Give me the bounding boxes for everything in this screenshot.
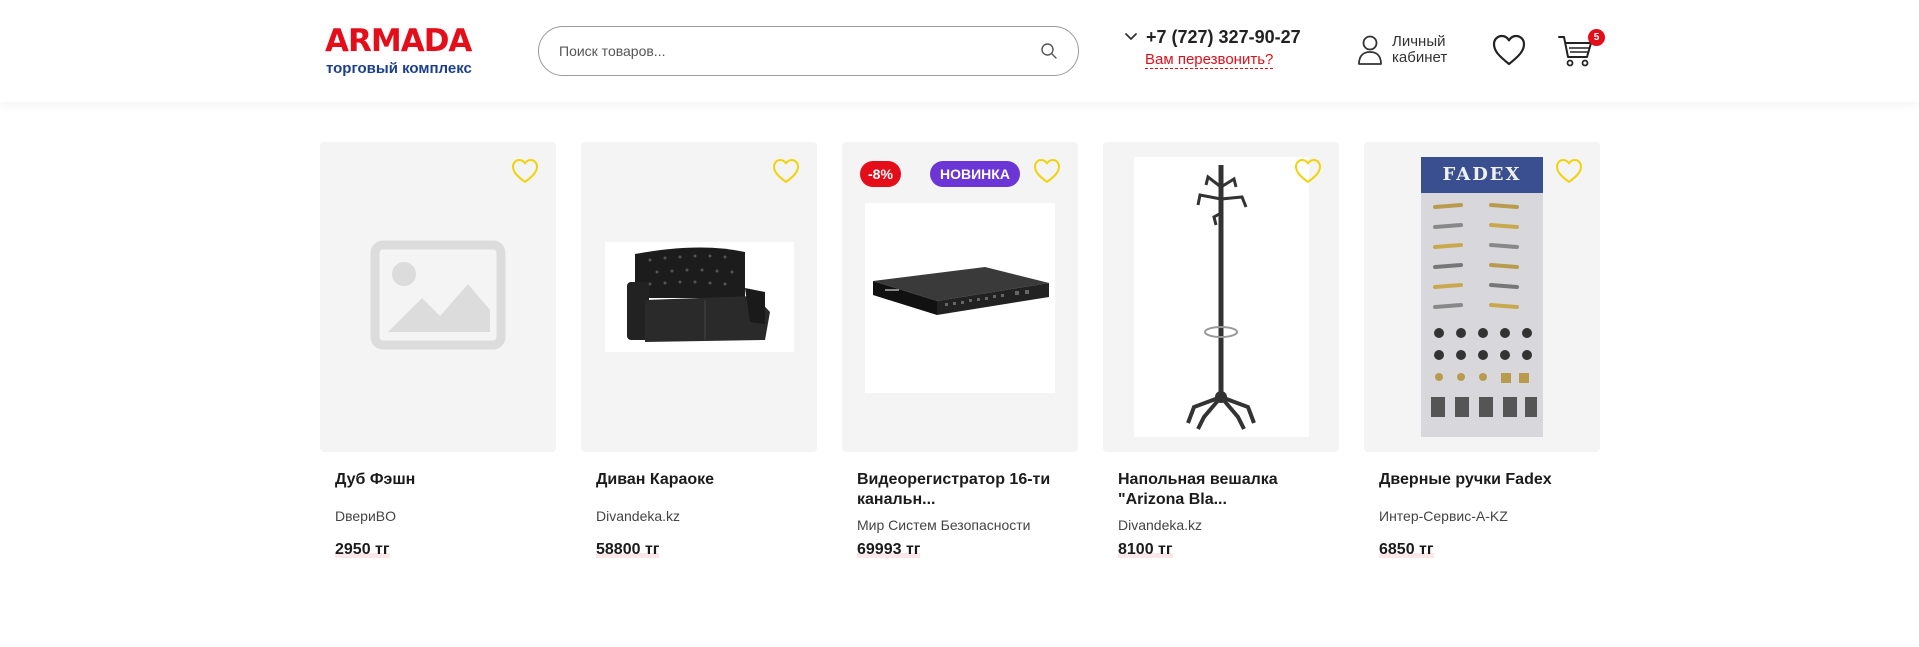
product-seller[interactable]: Divandeka.kz [596,508,680,524]
search-icon[interactable] [1040,42,1058,60]
product-image[interactable] [1103,142,1339,452]
product-image[interactable] [581,142,817,452]
account-button[interactable]: Личный кабинет [1357,32,1467,72]
dvr-image [873,267,1049,315]
logo-tagline: торговый комплекс [326,60,472,77]
product-card[interactable]: Диван Караоке Divandeka.kz 58800 тг [581,142,817,572]
product-name[interactable]: Дуб Фэшн [335,470,550,490]
favorite-heart-icon[interactable] [511,158,539,184]
search-input[interactable] [559,27,1029,75]
product-image[interactable] [842,142,1078,452]
user-icon [1358,35,1382,65]
product-photo-sofa [605,242,794,352]
product-price: 69993 тг [857,541,921,558]
product-price: 2950 тг [335,541,390,558]
product-name[interactable]: Видеорегистратор 16-ти канальн... [857,470,1072,510]
search-bar [538,26,1079,76]
discount-badge: -8% [860,161,901,187]
favorite-heart-icon[interactable] [1033,158,1061,184]
product-grid: Дуб Фэшн DвериBO 2950 тг Диван Караоке D… [320,142,1600,572]
product-card[interactable]: -8% НОВИНКА Видеорегистратор 16-ти канал… [842,142,1078,572]
product-card[interactable]: FADEX Дверные ручки Fadex Интер-Сервис-А… [1364,142,1600,572]
product-seller[interactable]: Мир Систем Безопасности [857,517,1030,533]
favorite-heart-icon[interactable] [1555,158,1583,184]
account-label: Личный кабинет [1392,33,1448,66]
product-seller[interactable]: DвериBO [335,508,396,524]
new-badge: НОВИНКА [930,161,1020,187]
product-image[interactable] [320,142,556,452]
phone-block: +7 (727) 327-90-27 Вам перезвонить? [1124,24,1334,74]
cart-button[interactable]: 5 [1558,29,1605,70]
sofa-image [627,247,770,342]
product-photo-door-handles: FADEX [1421,157,1543,437]
product-photo-coat-rack [1134,157,1309,437]
product-seller[interactable]: Интер-Сервис-А-KZ [1379,508,1508,524]
product-image[interactable]: FADEX [1364,142,1600,452]
product-photo-dvr [865,203,1055,393]
product-price: 58800 тг [596,541,660,558]
product-name[interactable]: Дверные ручки Fadex [1379,470,1594,490]
placeholder-image-icon [370,240,506,350]
product-card[interactable]: Напольная вешалка "Arizona Bla... Divand… [1103,142,1339,572]
logo[interactable]: ARMADA торговый комплекс [325,24,495,80]
chevron-down-icon[interactable] [1124,32,1138,42]
favorite-heart-icon[interactable] [1294,158,1322,184]
product-name[interactable]: Напольная вешалка "Arizona Bla... [1118,470,1333,510]
cart-count-badge: 5 [1588,29,1605,46]
favorites-heart-icon[interactable] [1491,33,1527,67]
callback-link[interactable]: Вам перезвонить? [1145,51,1274,69]
site-header: ARMADA торговый комплекс +7 (727) 327-90… [0,0,1919,102]
logo-brand: ARMADA [325,23,472,59]
coat-rack-image [1186,165,1256,430]
fadex-sign: FADEX [1421,157,1543,193]
product-price: 6850 тг [1379,541,1434,558]
product-price: 8100 тг [1118,541,1173,558]
phone-number[interactable]: +7 (727) 327-90-27 [1146,26,1301,48]
product-seller[interactable]: Divandeka.kz [1118,517,1202,533]
door-handles-image [1431,203,1537,417]
favorite-heart-icon[interactable] [772,158,800,184]
product-name[interactable]: Диван Караоке [596,470,811,490]
product-card[interactable]: Дуб Фэшн DвериBO 2950 тг [320,142,556,572]
